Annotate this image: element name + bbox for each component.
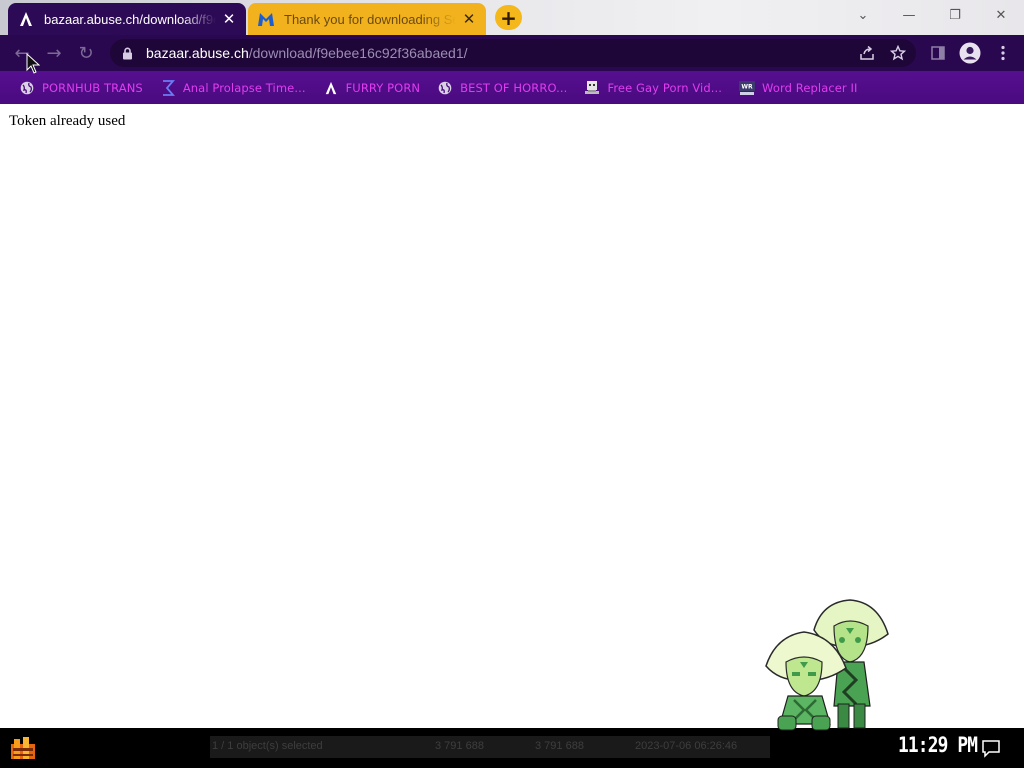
wr-icon: WR xyxy=(738,79,756,97)
bookmark-label: BEST OF HORRO... xyxy=(460,80,568,95)
bookmark-label: Word Replacer II xyxy=(762,80,858,95)
mascot-sticker-image xyxy=(760,596,900,736)
page-message: Token already used xyxy=(9,113,126,129)
side-panel-icon[interactable] xyxy=(926,41,950,65)
status-size: 3 791 688 xyxy=(435,740,484,752)
mouse-cursor-icon xyxy=(26,52,41,75)
bookmark-item[interactable]: Free Gay Porn Vid... xyxy=(577,74,728,102)
bazaar-logo-icon xyxy=(16,9,36,29)
bookmark-label: Anal Prolapse Time... xyxy=(182,80,306,95)
bookmark-item[interactable]: BEST OF HORRO... xyxy=(430,74,573,102)
close-tab-icon[interactable]: ✕ xyxy=(460,10,478,28)
status-bar: 1 / 1 object(s) selected 3 791 688 3 791… xyxy=(210,736,770,758)
globe-icon xyxy=(18,79,36,97)
tab-title: bazaar.abuse.ch/download/f9ebee16c92f36a… xyxy=(44,11,216,27)
bazaar-logo-icon xyxy=(322,79,340,97)
pixel-skull-icon xyxy=(583,79,601,97)
status-packed-size: 3 791 688 xyxy=(535,740,584,752)
share-icon[interactable] xyxy=(855,41,879,65)
bookmark-item[interactable]: FURRY PORN xyxy=(316,74,427,102)
svg-text:WR: WR xyxy=(741,83,753,90)
star-icon[interactable] xyxy=(886,41,910,65)
status-date: 2023-07-06 06:26:46 xyxy=(635,740,738,752)
bookmark-item[interactable]: PORNHUB TRANS xyxy=(12,74,149,102)
tab-thank-you[interactable]: Thank you for downloading Software ✕ xyxy=(248,3,486,35)
bookmarks-bar: PORNHUB TRANS Anal Prolapse Time... FURR… xyxy=(0,71,1024,104)
browser-toolbar: ← → ↻ bazaar.abuse.ch/download/f9ebee16c… xyxy=(0,35,1024,71)
bookmark-label: PORNHUB TRANS xyxy=(42,80,143,95)
url-host: bazaar.abuse.ch xyxy=(146,45,249,61)
globe-icon xyxy=(436,79,454,97)
bookmark-label: Free Gay Porn Vid... xyxy=(607,80,723,95)
bracket-icon xyxy=(159,79,177,97)
status-selection: 1 / 1 object(s) selected xyxy=(212,740,323,752)
address-bar[interactable]: bazaar.abuse.ch/download/f9ebee16c92f36a… xyxy=(110,39,916,67)
bookmark-label: FURRY PORN xyxy=(345,80,421,95)
url-text: bazaar.abuse.ch/download/f9ebee16c92f36a… xyxy=(146,45,468,61)
tab-title: Thank you for downloading Software xyxy=(284,11,456,27)
forward-icon[interactable]: → xyxy=(40,39,68,67)
start-logo-icon[interactable] xyxy=(6,732,40,764)
close-tab-icon[interactable]: ✕ xyxy=(220,10,238,28)
reload-icon[interactable]: ↻ xyxy=(72,39,100,67)
minimize-icon[interactable]: — xyxy=(886,0,932,30)
notification-icon[interactable] xyxy=(981,738,1001,758)
screen: bazaar.abuse.ch/download/f9ebee16c92f36a… xyxy=(0,0,1024,768)
bookmark-item[interactable]: WR Word Replacer II xyxy=(732,74,863,102)
url-path: /download/f9ebee16c92f36abaed1/ xyxy=(248,45,468,61)
bookmark-item[interactable]: Anal Prolapse Time... xyxy=(153,74,312,102)
tab-strip: bazaar.abuse.ch/download/f9ebee16c92f36a… xyxy=(0,0,1024,35)
malwarebytes-icon xyxy=(256,9,276,29)
menu-icon[interactable] xyxy=(991,41,1015,65)
lock-icon[interactable] xyxy=(120,46,134,60)
tab-bazaar[interactable]: bazaar.abuse.ch/download/f9ebee16c92f36a… xyxy=(8,3,246,35)
restore-icon[interactable]: ❐ xyxy=(932,0,978,30)
tab-search-icon[interactable]: ⌄ xyxy=(840,0,886,30)
window-close-icon[interactable]: ✕ xyxy=(978,0,1024,30)
new-tab-button[interactable]: + xyxy=(495,5,522,30)
clock[interactable]: 11:29 PM xyxy=(898,733,978,757)
profile-icon[interactable] xyxy=(958,41,982,65)
